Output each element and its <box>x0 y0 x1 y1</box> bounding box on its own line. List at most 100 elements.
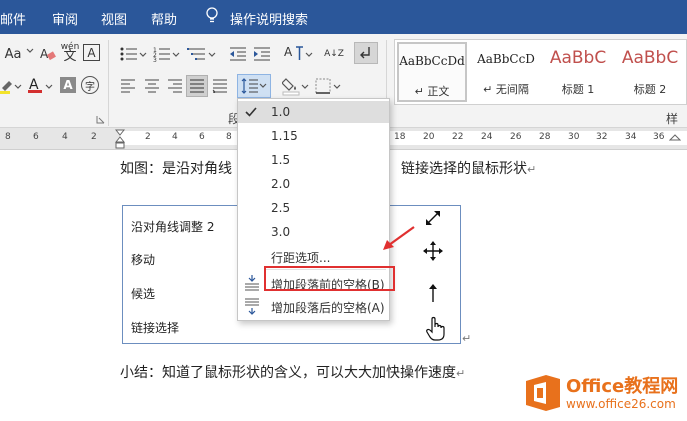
sort-button[interactable]: A↓Z <box>324 45 344 63</box>
show-paragraph-marks-button[interactable] <box>354 42 378 64</box>
shading-icon[interactable] <box>282 76 300 96</box>
line-spacing-button[interactable] <box>237 74 271 98</box>
ruler-number: 18 <box>394 132 406 142</box>
table-row: 沿对角线调整 2 <box>131 220 215 234</box>
line-spacing-option-2-0[interactable]: 2.0 <box>238 173 389 195</box>
ruler-number: 20 <box>423 132 435 142</box>
option-label: 1.15 <box>271 129 298 143</box>
line-spacing-options-item[interactable]: 行距选项... <box>238 245 389 267</box>
ruler-number: 32 <box>596 132 608 142</box>
chevron-down-icon[interactable] <box>305 52 313 58</box>
phonetic-char-label: 文 <box>63 49 77 64</box>
style-no-spacing[interactable]: AaBbCcD ↵ 无间隔 <box>471 42 541 102</box>
chevron-down-icon[interactable] <box>301 84 309 90</box>
ruler-number: 2 <box>145 132 151 142</box>
paragraph-mark-icon: ↵ <box>527 163 537 176</box>
highlighter-icon[interactable] <box>0 78 14 94</box>
phonetic-guide-button[interactable]: wén 文 <box>60 40 80 64</box>
chevron-down-icon[interactable] <box>26 48 34 54</box>
font-color-icon[interactable]: A <box>27 76 43 94</box>
borders-icon[interactable] <box>315 78 331 94</box>
style-no-spacing-sample: AaBbCcD <box>477 52 535 66</box>
align-left-icon[interactable] <box>120 79 136 93</box>
multilevel-list-icon[interactable] <box>187 46 207 62</box>
line-spacing-option-1-15[interactable]: 1.15 <box>238 125 389 147</box>
ruler-number: 8 <box>226 132 232 142</box>
bullets-icon[interactable] <box>120 46 138 62</box>
option-label: 增加段落后的空格(A) <box>271 301 385 315</box>
table-row: 移动 <box>131 253 156 267</box>
move-cursor-icon <box>423 241 443 261</box>
ruler-number: 8 <box>5 132 11 142</box>
chevron-down-icon[interactable] <box>14 84 22 90</box>
option-label: 1.5 <box>271 153 291 167</box>
character-shading-button[interactable]: A <box>60 77 76 93</box>
justify-button[interactable] <box>186 75 208 97</box>
chevron-down-icon[interactable] <box>333 84 341 90</box>
line-spacing-option-1-5[interactable]: 1.5 <box>238 149 389 171</box>
lightbulb-icon <box>206 7 218 23</box>
chevron-down-icon[interactable] <box>208 52 216 58</box>
diagonal-resize-cursor-icon <box>426 211 440 225</box>
style-heading-1-sample: AaBbC <box>549 48 607 68</box>
line-spacing-option-1-0[interactable]: 1.0 <box>238 101 389 123</box>
line-spacing-option-3-0[interactable]: 3.0 <box>238 221 389 243</box>
logo-url-text: www.office26.com <box>566 397 676 411</box>
right-indent-marker-icon[interactable] <box>669 131 681 147</box>
chevron-down-icon[interactable] <box>45 84 53 90</box>
svg-text:3: 3 <box>153 57 157 62</box>
dialog-launcher-icon[interactable] <box>96 115 105 124</box>
indent-marker-icon[interactable] <box>115 129 125 149</box>
decrease-indent-icon[interactable] <box>229 46 247 62</box>
numbering-icon[interactable]: 123 <box>153 46 171 62</box>
space-before-icon <box>245 275 259 291</box>
red-arrow-icon <box>383 226 415 250</box>
paragraph-mark-icon: ↵ <box>456 367 466 380</box>
enclose-characters-button[interactable]: 字 <box>81 76 99 94</box>
intro-line-right: 链接选择的鼠标形状↵ <box>401 158 536 178</box>
line-spacing-option-2-5[interactable]: 2.5 <box>238 197 389 219</box>
style-heading-2-name: 标题 2 <box>633 83 667 96</box>
align-right-icon[interactable] <box>167 79 183 93</box>
ruler-number: 4 <box>62 132 68 142</box>
style-heading-1[interactable]: AaBbC 标题 1 <box>543 42 613 102</box>
style-normal-name: ↵ 正文 <box>414 85 450 98</box>
intro-line-right-text: 链接选择的鼠标形状 <box>401 161 527 177</box>
align-center-icon[interactable] <box>144 79 160 93</box>
ruler-number: 2 <box>91 132 97 142</box>
table-row: 链接选择 <box>131 321 180 335</box>
chevron-down-icon <box>259 83 267 88</box>
svg-text:A: A <box>284 45 293 59</box>
menu-mailings[interactable]: 邮件 <box>0 9 26 28</box>
menu-view[interactable]: 视图 <box>101 9 127 28</box>
style-heading-2[interactable]: AaBbC 标题 2 <box>615 42 685 102</box>
logo-brand-text: Office教程网 <box>566 376 679 397</box>
ruler-number: 4 <box>172 132 178 142</box>
chevron-down-icon[interactable] <box>172 52 180 58</box>
ruler-number: 28 <box>539 132 551 142</box>
option-label: 行距选项... <box>271 251 331 265</box>
summary-text: 小结：知道了鼠标形状的含义，可以大大加快操作速度 <box>120 365 456 381</box>
intro-line-left: 如图：是沿对角线 <box>120 161 232 177</box>
change-case-button[interactable]: Aa <box>0 44 26 64</box>
line-spacing-icon <box>241 78 258 94</box>
office-logo-icon <box>526 375 560 411</box>
chinese-layout-icon[interactable]: A <box>283 44 305 62</box>
add-space-after-item[interactable]: 增加段落后的空格(A) <box>238 295 389 317</box>
style-heading-2-sample: AaBbC <box>621 48 679 68</box>
style-heading-1-name: 标题 1 <box>561 83 595 96</box>
option-label: 2.0 <box>271 177 291 191</box>
table-row: 候选 <box>131 287 156 301</box>
tell-me-search[interactable]: 操作说明搜索 <box>230 9 308 28</box>
distributed-icon[interactable] <box>212 79 228 93</box>
ruler-number: 34 <box>625 132 637 142</box>
clear-formatting-icon[interactable]: A <box>38 44 58 64</box>
character-border-button[interactable]: A <box>83 44 100 61</box>
style-normal[interactable]: AaBbCcDd ↵ 正文 <box>397 42 467 102</box>
chevron-down-icon[interactable] <box>139 52 147 58</box>
increase-indent-icon[interactable] <box>253 46 271 62</box>
space-after-icon <box>245 298 259 315</box>
menu-help[interactable]: 帮助 <box>151 9 177 28</box>
menu-review[interactable]: 审阅 <box>52 9 78 28</box>
highlight-box <box>264 266 395 291</box>
